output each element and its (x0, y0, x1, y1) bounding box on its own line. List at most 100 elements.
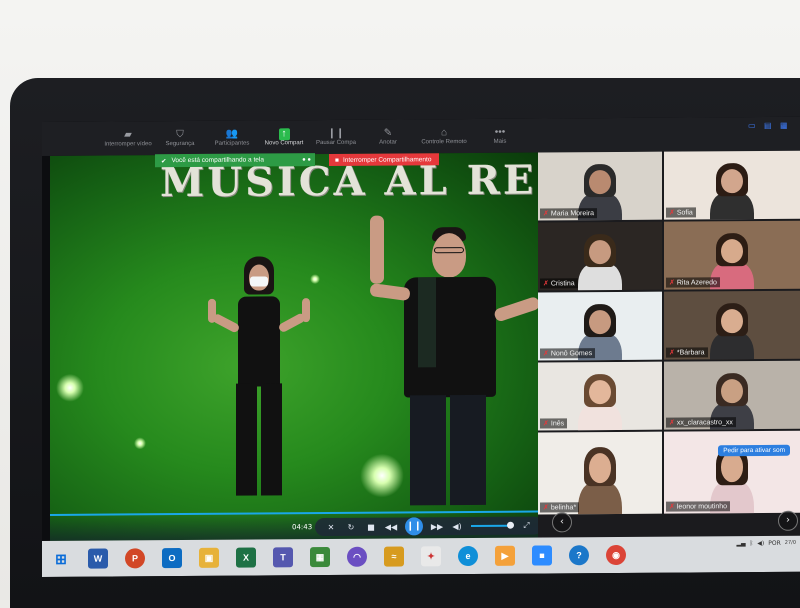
participant-tile[interactable]: ✗ belinha* (538, 431, 662, 515)
teams-icon: T (273, 547, 293, 568)
edge-icon: e (458, 545, 478, 567)
toolbar-pause-share-button[interactable]: ❙❙ Pausar Compa (310, 120, 362, 154)
participant-face (721, 238, 743, 264)
participant-tile[interactable]: ✗ Nonô Gomes (538, 291, 662, 361)
fullscreen-icon[interactable]: ⤢ (517, 521, 537, 531)
participant-name-label: Nonô Gomes (550, 350, 593, 358)
participant-tile[interactable]: ✗ *Bárbara (664, 290, 800, 360)
powerpoint-icon: P (125, 548, 145, 569)
start-button[interactable]: ⊞ (46, 545, 76, 573)
toolbar-remote-control-button[interactable]: ⌂ Controle Remoto (414, 119, 474, 153)
toolbar-stop-video-button[interactable]: ▰ Interromper vídeo (102, 121, 154, 155)
clock[interactable]: 27/0 (785, 540, 796, 547)
participant-body (578, 404, 622, 431)
photos-icon: ▣ (199, 547, 219, 568)
participant-tile[interactable]: ✗ Inês (538, 361, 662, 431)
gallery-next-button[interactable]: › (778, 510, 798, 531)
toolbar-participants-button[interactable]: 👥 Participantes (206, 120, 258, 154)
taskbar-outlook[interactable]: O (157, 544, 187, 572)
excel-icon: X (236, 547, 256, 568)
taskbar-edge[interactable]: e (453, 542, 483, 570)
taskbar-paint[interactable]: ✦ (416, 542, 446, 570)
previous-icon[interactable]: ◀◀ (381, 522, 401, 531)
mouse-icon: ⌂ (440, 127, 448, 139)
gallery-prev-button[interactable]: ‹ (552, 512, 572, 533)
participant-face (589, 309, 611, 335)
participant-name: ✗ Cristina (540, 278, 578, 289)
participant-name: ✗ *Bárbara (666, 347, 708, 358)
muted-mic-icon: ✗ (669, 279, 675, 287)
participant-name-label: Sofia (676, 209, 693, 217)
zoom-icon: ■ (532, 545, 552, 566)
next-icon[interactable]: ▶▶ (427, 522, 447, 531)
participant-name: ✗ Rita Azeredo (666, 277, 720, 288)
taskbar-calculator[interactable]: ▦ (305, 543, 335, 571)
muted-mic-icon: ✗ (543, 420, 549, 428)
muted-mic-icon: ✗ (543, 350, 549, 358)
participant-body (710, 193, 754, 220)
toolbar-more-button[interactable]: ••• Mais (474, 119, 526, 153)
participant-tile[interactable]: ✗ Maria Moreira (538, 151, 662, 221)
taskbar-teams[interactable]: T (268, 543, 298, 571)
stop-icon[interactable]: ■ (361, 522, 381, 531)
taskbar-media-player[interactable]: ▶ (490, 542, 520, 570)
participant-name: ✗ xx_claracastro_xx (666, 417, 736, 428)
repeat-icon[interactable]: ↻ (341, 522, 361, 531)
taskbar-zoom[interactable]: ■ (527, 541, 557, 569)
muted-mic-icon: ✗ (543, 504, 549, 512)
muted-mic-icon: ✗ (669, 209, 675, 217)
paint-icon: ✦ (421, 546, 441, 567)
sharing-banner[interactable]: ✔ Você está compartilhando a tela ● ● (155, 153, 315, 168)
taskbar-chrome[interactable]: ◉ (601, 541, 631, 569)
language-indicator[interactable]: POR (768, 540, 781, 547)
dancer-woman (198, 256, 318, 509)
minimize-icon[interactable]: ▭ (748, 121, 758, 130)
volume-icon[interactable]: ◀) (447, 522, 467, 531)
sparkle (134, 437, 146, 450)
participant-name-label: leonor moutinho (676, 503, 728, 511)
help-icon: ? (569, 545, 589, 566)
participant-name: ✗ Nonô Gomes (540, 348, 596, 359)
participant-name-label: Cristina (550, 280, 575, 288)
shuffle-icon[interactable]: ✕ (321, 522, 341, 531)
network-icon[interactable]: ▂▄ (736, 540, 745, 547)
stop-share-button[interactable]: ■ Interromper Compartilhamento (329, 153, 439, 166)
participant-name: ✗ Sofia (666, 207, 696, 218)
participant-tile[interactable]: ✗ Sofia (664, 150, 800, 220)
sparkle (56, 373, 84, 402)
participant-name-label: belinha* (550, 504, 577, 512)
taskbar-headphones[interactable]: ◠ (342, 543, 372, 571)
participant-tile[interactable]: ✗ xx_claracastro_xx (664, 360, 800, 430)
taskbar-powerpoint[interactable]: P (120, 544, 150, 572)
request-unmute-bubble[interactable]: Pedir para ativar som (718, 444, 790, 457)
toolbar-new-share-button[interactable]: ↑ Novo Compart (258, 120, 310, 154)
participants-icon: 👥 (225, 128, 239, 140)
taskbar-help[interactable]: ? (564, 541, 594, 569)
taskbar-photos[interactable]: ▣ (194, 544, 224, 572)
taskbar-excel[interactable]: X (231, 543, 261, 571)
participant-tile[interactable]: ✗ leonor moutinho (664, 430, 800, 514)
participant-body (578, 264, 622, 291)
pause-button[interactable]: ❙❙ (405, 517, 423, 536)
taskbar-chart-app[interactable]: ≈ (379, 542, 409, 570)
video-camera-icon: ▰ (124, 129, 132, 141)
gallery-view-icon[interactable]: ▦ (780, 121, 790, 130)
participant-tile[interactable]: ✗ Cristina (538, 221, 662, 291)
shared-video[interactable]: MUSICA AL RE (50, 152, 538, 541)
participant-name-label: Maria Moreira (550, 210, 595, 218)
participant-tile[interactable]: ✗ Rita Azeredo (664, 220, 800, 290)
dancer-man (346, 205, 538, 506)
toolbar-annotate-button[interactable]: ✎ Anotar (362, 119, 414, 153)
bluetooth-icon[interactable]: ᛒ (750, 540, 754, 547)
volume-slider[interactable] (471, 521, 514, 529)
shield-icon: ⛉ (176, 129, 184, 141)
toolbar-security-button[interactable]: ⛉ Segurança (154, 121, 206, 155)
speaker-icon[interactable]: ◀) (757, 540, 764, 547)
participant-name-label: *Bárbara (676, 349, 705, 357)
taskbar-word[interactable]: W (83, 545, 113, 573)
system-tray: ▂▄ ᛒ ◀) POR 27/0 (736, 540, 796, 547)
playback-time: 04:43 (292, 523, 313, 532)
volume-knob[interactable] (506, 521, 514, 529)
participant-face (721, 452, 743, 483)
speaker-view-icon[interactable]: ▤ (764, 121, 774, 130)
